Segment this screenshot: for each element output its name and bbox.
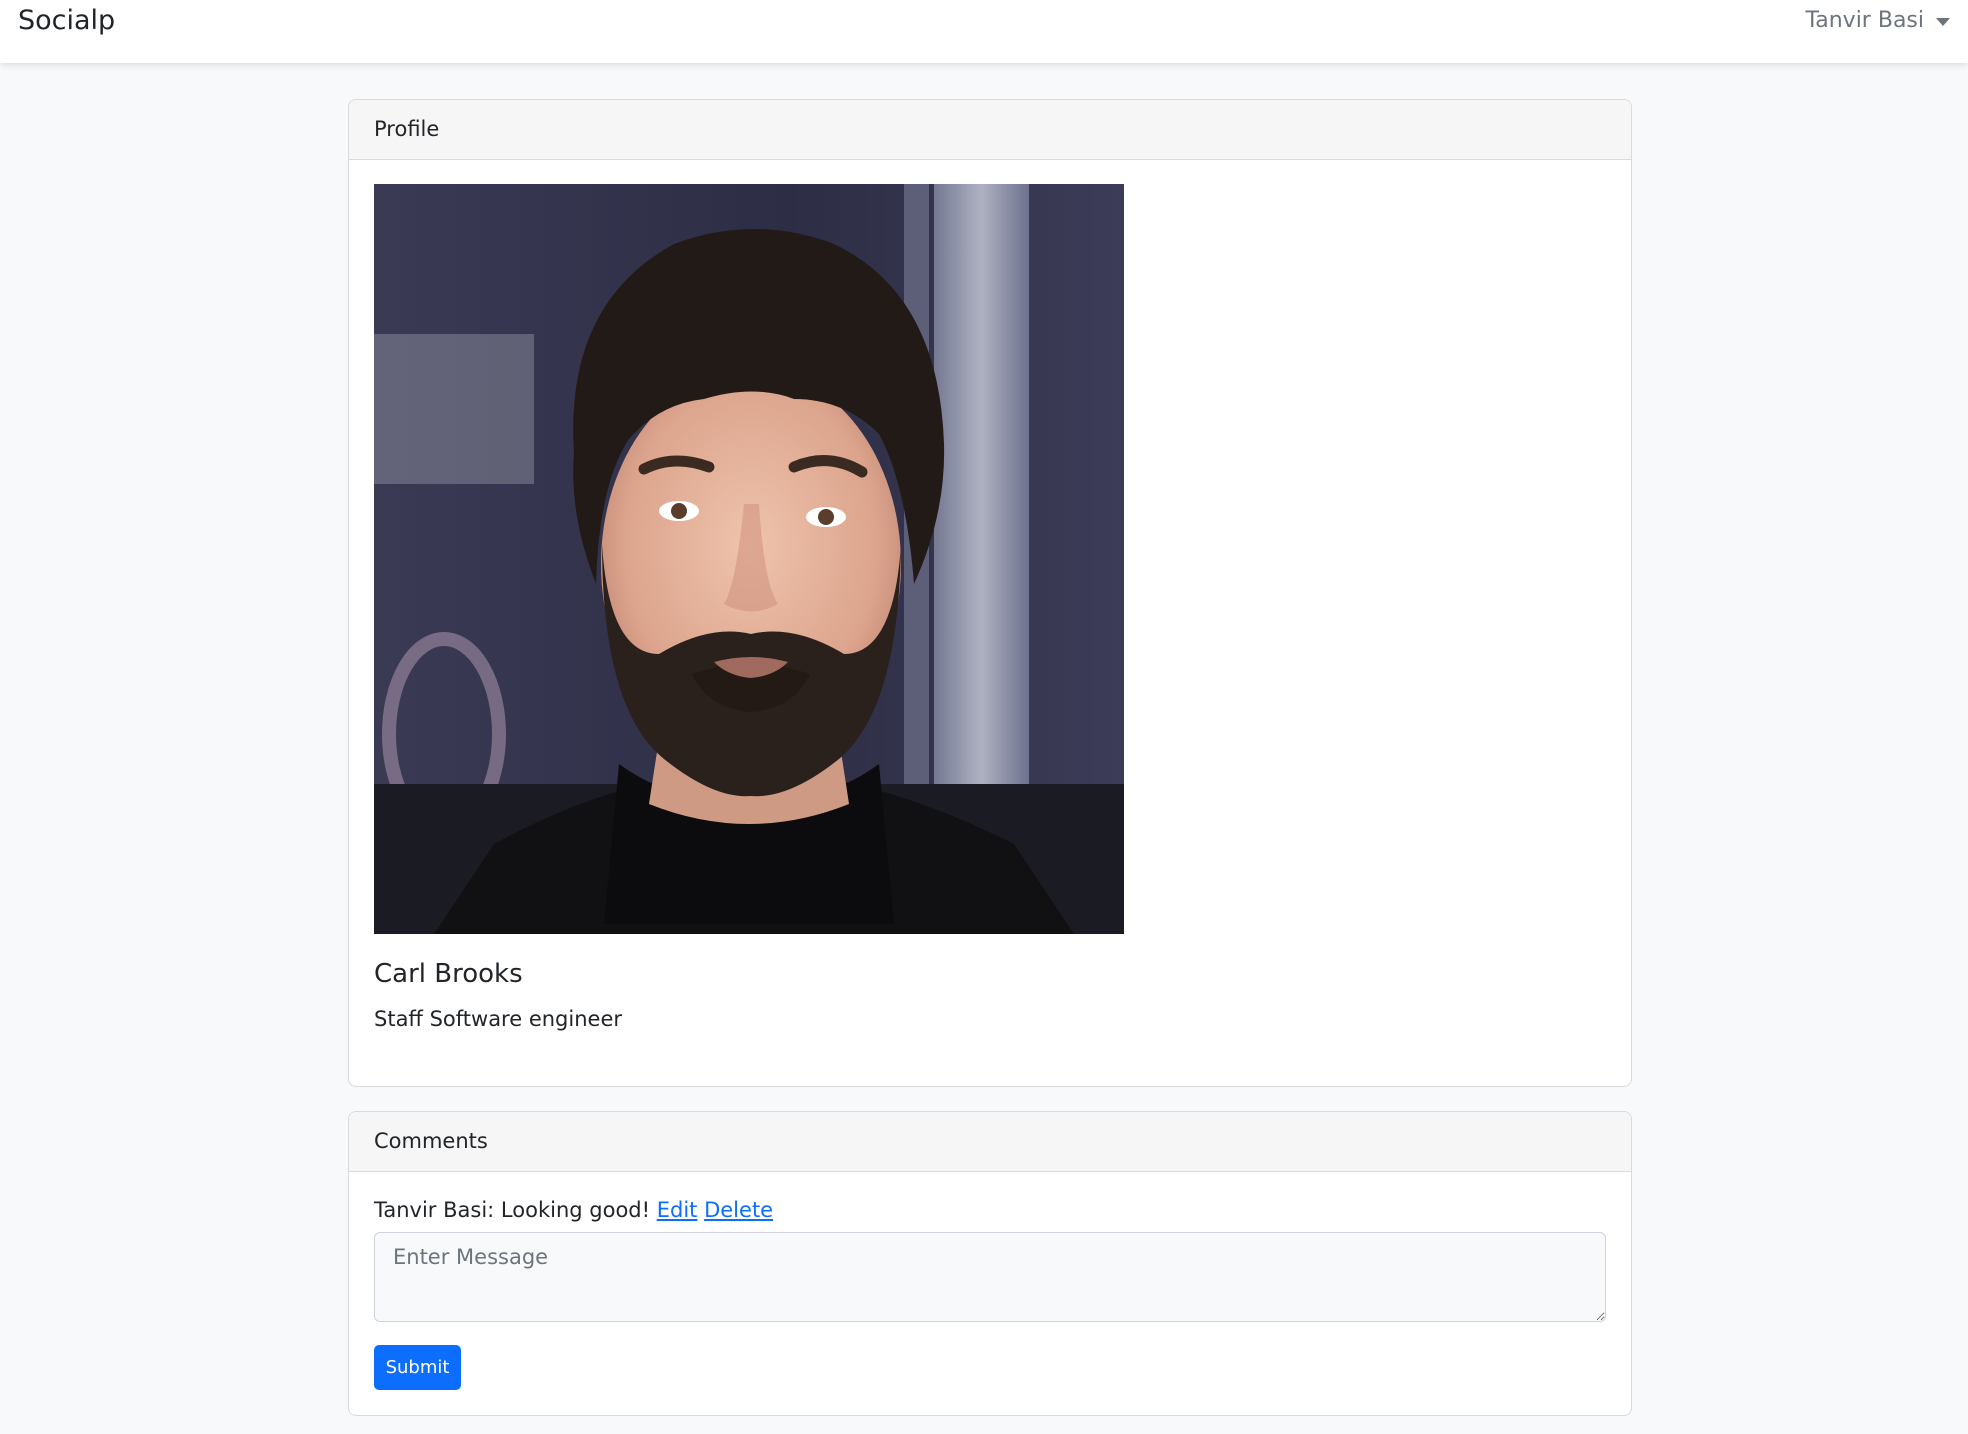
top-navbar: Socialp Tanvir Basi <box>0 0 1968 63</box>
comments-card-header: Comments <box>349 1112 1631 1172</box>
profile-name: Carl Brooks <box>374 959 523 989</box>
comment-separator: : <box>487 1198 501 1222</box>
comments-card: Comments Tanvir Basi: Looking good! Edit… <box>348 1111 1632 1416</box>
comment-item: Tanvir Basi: Looking good! Edit Delete <box>374 1195 773 1225</box>
profile-card: Profile Carl Brooks Staff Software engin… <box>348 99 1632 1087</box>
brand-logo-link[interactable]: Socialp <box>18 4 115 38</box>
profile-photo <box>374 184 1124 934</box>
user-menu-dropdown[interactable]: Tanvir Basi <box>1805 6 1950 36</box>
comment-author: Tanvir Basi <box>374 1198 488 1222</box>
comment-edit-link[interactable]: Edit <box>657 1198 698 1222</box>
profile-card-header: Profile <box>349 100 1631 160</box>
submit-button[interactable]: Submit <box>374 1345 461 1390</box>
user-name-label: Tanvir Basi <box>1805 8 1924 33</box>
message-input[interactable] <box>374 1232 1606 1322</box>
caret-down-icon <box>1936 18 1950 26</box>
profile-job-title: Staff Software engineer <box>374 1007 623 1031</box>
comment-text: Looking good! <box>500 1198 651 1222</box>
comment-delete-link[interactable]: Delete <box>704 1198 773 1222</box>
